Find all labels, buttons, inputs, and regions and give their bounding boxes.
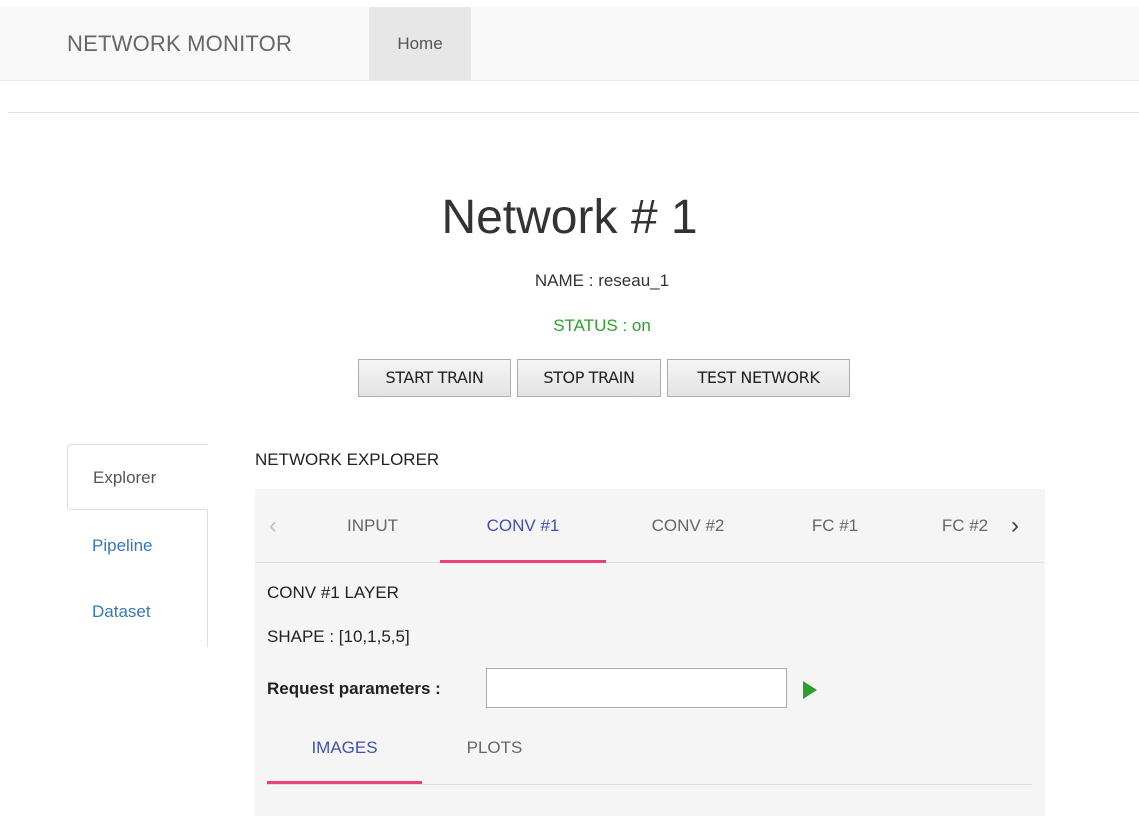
request-parameters-input[interactable]: [486, 668, 787, 708]
layer-tab-input[interactable]: INPUT: [315, 489, 430, 563]
page-title: Network # 1: [441, 191, 698, 244]
active-subtab-indicator: [267, 781, 422, 784]
layer-title: CONV #1 LAYER: [267, 583, 399, 602]
active-tab-indicator: [440, 560, 606, 563]
layer-tab-conv1[interactable]: CONV #1: [440, 489, 606, 563]
chevron-left-icon[interactable]: ‹: [269, 489, 277, 563]
layer-tab-fc2[interactable]: FC #2: [915, 489, 1015, 563]
brand-title[interactable]: NETWORK MONITOR: [67, 7, 292, 81]
layer-tab-bar: ‹ INPUT CONV #1 CONV #2 FC #1 FC #2 ›: [255, 489, 1045, 563]
side-nav: Explorer Pipeline Dataset: [67, 444, 208, 647]
request-parameters-label: Request parameters :: [267, 679, 441, 698]
network-status: STATUS : on: [553, 316, 651, 335]
network-name: NAME : reseau_1: [534, 271, 670, 290]
side-tab-dataset[interactable]: Dataset: [67, 579, 208, 645]
view-tab-bar: IMAGES PLOTS: [267, 719, 1032, 785]
start-train-button[interactable]: START TRAIN: [358, 359, 511, 397]
layer-shape: SHAPE : [10,1,5,5]: [267, 627, 410, 646]
divider: [8, 112, 1139, 113]
side-tab-pipeline[interactable]: Pipeline: [67, 513, 208, 579]
play-icon[interactable]: [801, 679, 819, 701]
test-network-button[interactable]: TEST NETWORK: [667, 359, 850, 397]
explorer-panel: ‹ INPUT CONV #1 CONV #2 FC #1 FC #2 › CO…: [255, 489, 1045, 816]
nav-home-link[interactable]: Home: [369, 7, 471, 81]
tab-images[interactable]: IMAGES: [267, 719, 422, 785]
navbar: NETWORK MONITOR Home: [0, 7, 1139, 81]
tab-plots[interactable]: PLOTS: [427, 719, 562, 785]
layer-tab-conv2[interactable]: CONV #2: [620, 489, 756, 563]
stop-train-button[interactable]: STOP TRAIN: [517, 359, 661, 397]
explorer-heading: NETWORK EXPLORER: [255, 450, 440, 469]
layer-tab-fc1[interactable]: FC #1: [775, 489, 895, 563]
chevron-right-icon[interactable]: ›: [1011, 489, 1019, 563]
side-tab-explorer[interactable]: Explorer: [67, 444, 208, 510]
